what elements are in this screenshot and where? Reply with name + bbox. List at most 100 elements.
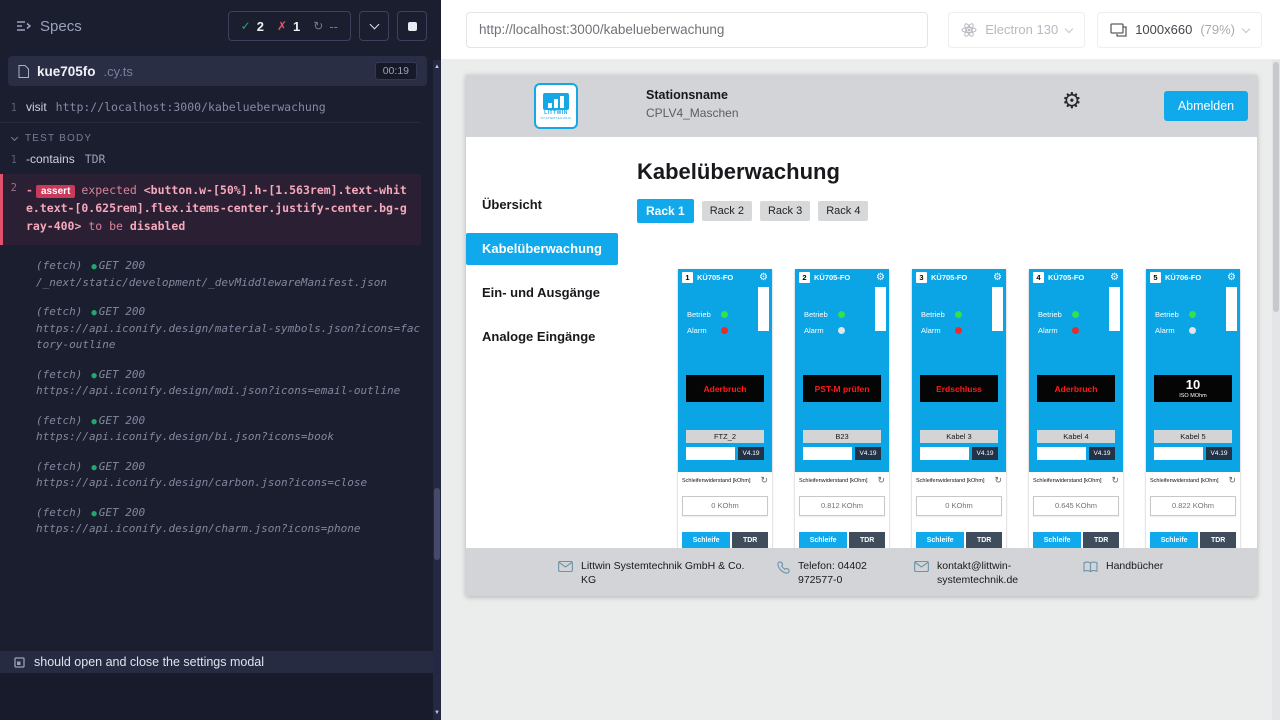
sidebar-item-kabelueberwachung[interactable]: Kabelüberwachung	[466, 233, 618, 265]
tab-rack-3[interactable]: Rack 3	[760, 201, 810, 221]
schleife-button[interactable]: Schleife	[916, 532, 964, 548]
specs-menu-icon	[16, 20, 31, 32]
fetch-label: (fetch)	[36, 259, 82, 272]
firmware-version: V4.19	[855, 447, 881, 460]
display-box	[686, 447, 735, 460]
fetch-status: GET 200	[99, 460, 145, 473]
scroll-up-icon[interactable]: ▲	[433, 64, 441, 70]
failed-count: 1	[293, 19, 300, 34]
browser-toolbar: Electron 130 1000x660 (79%)	[441, 0, 1280, 60]
collapse-tests-button[interactable]	[359, 11, 389, 41]
cable-name: Kabel 4	[1037, 430, 1115, 443]
refresh-icon[interactable]: ↻	[994, 476, 1002, 485]
tab-rack-4[interactable]: Rack 4	[818, 201, 868, 221]
display-box	[1154, 447, 1203, 460]
next-test-title[interactable]: should open and close the settings modal	[0, 651, 433, 673]
sidebar-item-ein-und-ausgaenge[interactable]: Ein- und Ausgänge	[466, 277, 618, 309]
fetch-log-entry[interactable]: (fetch)●GET 200 https://api.iconify.desi…	[0, 413, 421, 446]
refresh-icon[interactable]: ↻	[1111, 476, 1119, 485]
cable-name: B23	[803, 430, 881, 443]
failed-assert-command[interactable]: 2 -assertexpected <button.w-[50%].h-[1.5…	[0, 174, 421, 245]
fetch-label: (fetch)	[36, 305, 82, 318]
phone-icon	[777, 561, 790, 574]
viewport-select[interactable]: 1000x660 (79%)	[1097, 12, 1262, 48]
station-name: CPLV4_Maschen	[646, 106, 739, 120]
scroll-down-icon[interactable]: ▼	[433, 710, 441, 716]
tdr-button[interactable]: TDR	[1200, 532, 1236, 548]
card-number: 1	[682, 272, 693, 283]
device-card-2: 2 KÜ705-FO ⚙ Betrieb Alarm PST-M prüfen …	[795, 269, 889, 548]
refresh-icon[interactable]: ↻	[877, 476, 885, 485]
spec-header[interactable]: kue705fo.cy.ts 00:19	[8, 56, 427, 86]
reporter-header: Specs ✓2 ✗1 ↻--	[0, 0, 433, 52]
command-visit[interactable]: 1 visit http://localhost:3000/kabelueber…	[0, 96, 421, 123]
page-scrollbar[interactable]	[1272, 60, 1280, 720]
alarm-led	[1189, 327, 1196, 334]
display-box	[920, 447, 969, 460]
stop-button[interactable]	[397, 11, 427, 41]
browser-select[interactable]: Electron 130	[948, 12, 1085, 48]
fetch-log-entry[interactable]: (fetch)●GET 200 /_next/static/developmen…	[0, 258, 421, 291]
tab-rack-1[interactable]: Rack 1	[637, 199, 694, 223]
gear-icon[interactable]: ⚙	[1110, 273, 1119, 283]
chevron-down-icon	[1065, 24, 1073, 32]
gear-icon[interactable]: ⚙	[759, 273, 768, 283]
gear-icon[interactable]: ⚙	[1227, 273, 1236, 283]
sidebar-item-analoge-eingaenge[interactable]: Analoge Eingänge	[466, 321, 618, 353]
betrieb-label: Betrieb	[1038, 310, 1068, 319]
scrollbar-thumb[interactable]	[1273, 62, 1279, 312]
url-input[interactable]	[466, 12, 928, 48]
card-display-panel	[758, 287, 769, 331]
tdr-button[interactable]: TDR	[1083, 532, 1119, 548]
status-display: PST-M prüfen	[803, 375, 881, 402]
page-title: Kabelüberwachung	[637, 159, 1257, 185]
test-body-toggle[interactable]: TEST BODY	[12, 133, 421, 144]
email-icon	[558, 561, 573, 572]
status-text: Aderbruch	[704, 384, 747, 394]
betrieb-led	[955, 311, 962, 318]
fetch-log-entry[interactable]: (fetch)●GET 200 https://api.iconify.desi…	[0, 304, 421, 354]
schleife-button[interactable]: Schleife	[1033, 532, 1081, 548]
cable-name: FTZ_2	[686, 430, 764, 443]
tdr-button[interactable]: TDR	[966, 532, 1002, 548]
refresh-icon[interactable]: ↻	[1228, 476, 1236, 485]
alarm-label: Alarm	[921, 326, 951, 335]
app-body: Übersicht Kabelüberwachung Ein- und Ausg…	[466, 137, 1257, 548]
footer-manuals[interactable]: Handbücher	[1083, 560, 1163, 574]
fetch-label: (fetch)	[36, 414, 82, 427]
firmware-version: V4.19	[1089, 447, 1115, 460]
device-cards: 1 KÜ705-FO ⚙ Betrieb Alarm Aderbruch FTZ…	[678, 269, 1257, 548]
tdr-button[interactable]: TDR	[849, 532, 885, 548]
tab-rack-2[interactable]: Rack 2	[702, 201, 752, 221]
fetch-status: GET 200	[99, 506, 145, 519]
schleife-button[interactable]: Schleife	[1150, 532, 1198, 548]
betrieb-label: Betrieb	[804, 310, 834, 319]
command-contains[interactable]: 1 -contains TDR	[0, 148, 421, 170]
logout-button[interactable]: Abmelden	[1164, 91, 1248, 121]
app-main: Kabelüberwachung Rack 1 Rack 2 Rack 3 Ra…	[618, 137, 1257, 548]
schleife-button[interactable]: Schleife	[682, 532, 730, 548]
gear-icon[interactable]: ⚙	[993, 273, 1002, 283]
settings-gear-icon[interactable]: ⚙	[1062, 90, 1082, 112]
spec-file-icon	[18, 65, 29, 78]
betrieb-led	[1072, 311, 1079, 318]
card-model: KÜ705-FO	[697, 273, 755, 282]
line-number: 1	[0, 154, 26, 166]
schleife-button[interactable]: Schleife	[799, 532, 847, 548]
stat-passed: ✓2	[241, 19, 264, 34]
tdr-button[interactable]: TDR	[732, 532, 768, 548]
alarm-led	[838, 327, 845, 334]
refresh-icon[interactable]: ↻	[760, 476, 768, 485]
reporter-scrollbar[interactable]: ▲ ▼	[433, 60, 441, 720]
fetch-log-entry[interactable]: (fetch)●GET 200 https://api.iconify.desi…	[0, 367, 421, 400]
sidebar-item-uebersicht[interactable]: Übersicht	[466, 189, 618, 221]
specs-menu-button[interactable]: Specs	[16, 18, 82, 35]
command-arg: TDR	[85, 152, 106, 166]
status-display: Aderbruch	[1037, 375, 1115, 402]
fetch-log-entry[interactable]: (fetch)●GET 200 https://api.iconify.desi…	[0, 459, 421, 492]
scrollbar-thumb[interactable]	[434, 488, 440, 560]
betrieb-label: Betrieb	[687, 310, 717, 319]
fetch-label: (fetch)	[36, 506, 82, 519]
gear-icon[interactable]: ⚙	[876, 273, 885, 283]
fetch-log-entry[interactable]: (fetch)●GET 200 https://api.iconify.desi…	[0, 505, 421, 538]
